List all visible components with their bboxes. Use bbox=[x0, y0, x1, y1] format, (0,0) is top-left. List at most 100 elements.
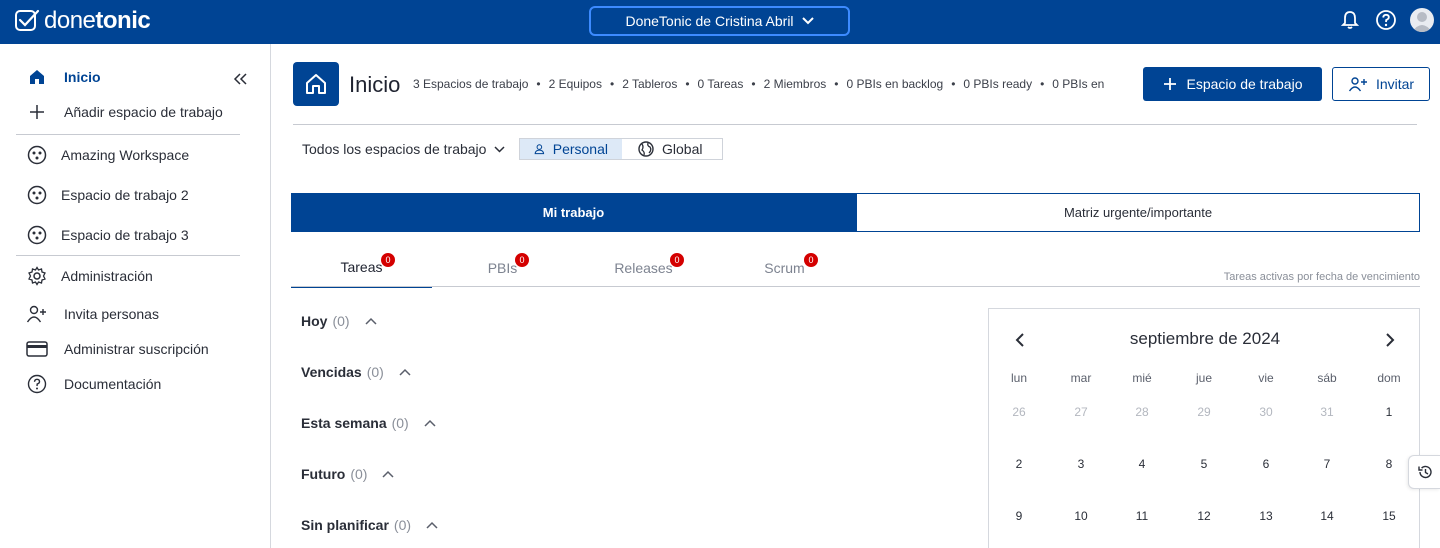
subtab-releases[interactable]: Releases 0 bbox=[573, 248, 714, 288]
chevron-down-icon bbox=[801, 17, 814, 25]
count-badge: 0 bbox=[381, 253, 395, 267]
calendar-day[interactable]: 13 bbox=[1246, 509, 1286, 523]
calendar-day[interactable]: 10 bbox=[1061, 509, 1101, 523]
logo-text-light: done bbox=[44, 7, 96, 34]
plus-icon bbox=[1163, 78, 1176, 90]
add-workspace-label: Espacio de trabajo bbox=[1186, 76, 1303, 92]
workspace-icon bbox=[26, 144, 48, 166]
group-count: (0) bbox=[391, 415, 409, 431]
sidebar-item-workspace-2[interactable]: Espacio de trabajo 2 bbox=[0, 178, 271, 212]
sidebar-item-administracion[interactable]: Administración bbox=[0, 259, 271, 293]
add-workspace-button[interactable]: Espacio de trabajo bbox=[1143, 67, 1322, 101]
sidebar-item-workspace-3[interactable]: Espacio de trabajo 3 bbox=[0, 218, 271, 252]
group-count: (0) bbox=[350, 466, 368, 482]
sidebar-item-label: Administración bbox=[61, 268, 153, 284]
sidebar-item-label: Espacio de trabajo 3 bbox=[61, 227, 189, 243]
sidebar-item-label: Administrar suscripción bbox=[64, 341, 209, 357]
group-esta-semana[interactable]: Esta semana (0) bbox=[301, 415, 437, 431]
stat-pbis-in: 0 PBIs en bbox=[1052, 77, 1105, 91]
chevron-up-icon[interactable] bbox=[423, 416, 437, 430]
sidebar-item-subscription[interactable]: Administrar suscripción bbox=[0, 332, 271, 366]
toggle-personal-label: Personal bbox=[552, 141, 608, 157]
subtab-label: Releases bbox=[614, 260, 673, 276]
subtab-label: Scrum bbox=[764, 260, 805, 276]
workspace-icon bbox=[26, 184, 48, 206]
sidebar-divider bbox=[16, 255, 240, 256]
group-hoy[interactable]: Hoy (0) bbox=[301, 313, 378, 329]
home-icon bbox=[306, 74, 326, 94]
tab-matriz[interactable]: Matriz urgente/importante bbox=[856, 193, 1420, 232]
count-badge: 0 bbox=[804, 253, 818, 267]
subtab-pbis[interactable]: PBIs 0 bbox=[432, 248, 573, 288]
sidebar-item-add-workspace[interactable]: Añadir espacio de trabajo bbox=[0, 95, 271, 129]
calendar-day[interactable]: 5 bbox=[1184, 457, 1224, 471]
chevron-up-icon[interactable] bbox=[398, 365, 412, 379]
sidebar-item-invite-people[interactable]: Invita personas bbox=[0, 297, 271, 331]
calendar-day[interactable]: 30 bbox=[1246, 405, 1286, 419]
sidebar-item-documentation[interactable]: Documentación bbox=[0, 367, 271, 401]
calendar-day[interactable]: 4 bbox=[1122, 457, 1162, 471]
history-tab[interactable] bbox=[1408, 455, 1440, 489]
tab-mi-trabajo[interactable]: Mi trabajo bbox=[291, 193, 856, 232]
bell-icon[interactable] bbox=[1338, 8, 1362, 32]
subtab-tareas[interactable]: Tareas 0 bbox=[291, 248, 432, 288]
chevron-up-icon[interactable] bbox=[364, 314, 378, 328]
calendar-day[interactable]: 29 bbox=[1184, 405, 1224, 419]
stat-workspaces: 3 Espacios de trabajo bbox=[413, 77, 529, 91]
calendar-day[interactable]: 12 bbox=[1184, 509, 1224, 523]
chevron-up-icon[interactable] bbox=[381, 467, 395, 481]
organization-selector[interactable]: DoneTonic de Cristina Abril bbox=[589, 6, 850, 36]
subtab-scrum[interactable]: Scrum 0 bbox=[714, 248, 855, 288]
next-month-icon[interactable] bbox=[1381, 331, 1397, 349]
toggle-personal[interactable]: Personal bbox=[520, 139, 622, 159]
calendar-day[interactable]: 6 bbox=[1246, 457, 1286, 471]
group-vencidas[interactable]: Vencidas (0) bbox=[301, 364, 412, 380]
group-futuro[interactable]: Futuro (0) bbox=[301, 466, 395, 482]
subtab-underline bbox=[855, 286, 1420, 287]
toggle-global-label: Global bbox=[662, 141, 703, 157]
count-badge: 0 bbox=[670, 253, 684, 267]
page-icon bbox=[293, 62, 339, 106]
group-count: (0) bbox=[393, 517, 412, 533]
calendar-day[interactable]: 31 bbox=[1307, 405, 1347, 419]
calendar-day[interactable]: 9 bbox=[999, 509, 1039, 523]
calendar-day[interactable]: 2 bbox=[999, 457, 1039, 471]
toggle-global[interactable]: Global bbox=[622, 139, 722, 159]
calendar-day[interactable]: 8 bbox=[1369, 457, 1409, 471]
calendar-day[interactable]: 11 bbox=[1122, 509, 1162, 523]
subtab-label: PBIs bbox=[487, 260, 518, 276]
chevron-up-icon[interactable] bbox=[425, 518, 439, 532]
weekday-label: sáb bbox=[1317, 371, 1337, 385]
workspace-scope-value: Todos los espacios de trabajo bbox=[302, 141, 487, 157]
add-person-icon bbox=[26, 303, 48, 325]
user-avatar[interactable] bbox=[1410, 8, 1434, 32]
invite-button[interactable]: Invitar bbox=[1332, 67, 1430, 101]
calendar-day[interactable]: 28 bbox=[1122, 405, 1162, 419]
group-name: Hoy bbox=[301, 313, 328, 329]
sidebar-item-inicio[interactable]: Inicio bbox=[0, 60, 271, 94]
calendar-day[interactable]: 27 bbox=[1061, 405, 1101, 419]
help-icon[interactable] bbox=[1374, 8, 1398, 32]
weekday-label: mar bbox=[1070, 371, 1092, 385]
weekday-label: mié bbox=[1132, 371, 1152, 385]
app-logo[interactable]: done tonic bbox=[14, 7, 151, 35]
calendar-day[interactable]: 15 bbox=[1369, 509, 1409, 523]
calendar-day[interactable]: 26 bbox=[999, 405, 1039, 419]
header-stats: 3 Espacios de trabajo • 2 Equipos • 2 Tabler… bbox=[413, 77, 1105, 91]
weekday-label: jue bbox=[1195, 371, 1212, 385]
logo-check-icon bbox=[15, 9, 40, 31]
calendar-day[interactable]: 3 bbox=[1061, 457, 1101, 471]
calendar-day[interactable]: 7 bbox=[1307, 457, 1347, 471]
help-icon bbox=[26, 373, 48, 395]
workspace-scope-dropdown[interactable]: Todos los espacios de trabajo bbox=[302, 141, 505, 157]
group-count: (0) bbox=[332, 313, 350, 329]
calendar-day[interactable]: 1 bbox=[1369, 405, 1409, 419]
sidebar-item-amazing-workspace[interactable]: Amazing Workspace bbox=[0, 138, 271, 172]
globe-icon bbox=[638, 141, 654, 157]
collapse-sidebar-icon[interactable] bbox=[232, 70, 248, 88]
stat-boards: 2 Tableros bbox=[622, 77, 678, 91]
sidebar-item-label: Invita personas bbox=[64, 306, 159, 322]
calendar: septiembre de 2024 lun mar mié jue vie sáb dom… bbox=[988, 308, 1420, 548]
group-sin-planificar[interactable]: Sin planificar (0) bbox=[301, 517, 439, 533]
calendar-day[interactable]: 14 bbox=[1307, 509, 1347, 523]
